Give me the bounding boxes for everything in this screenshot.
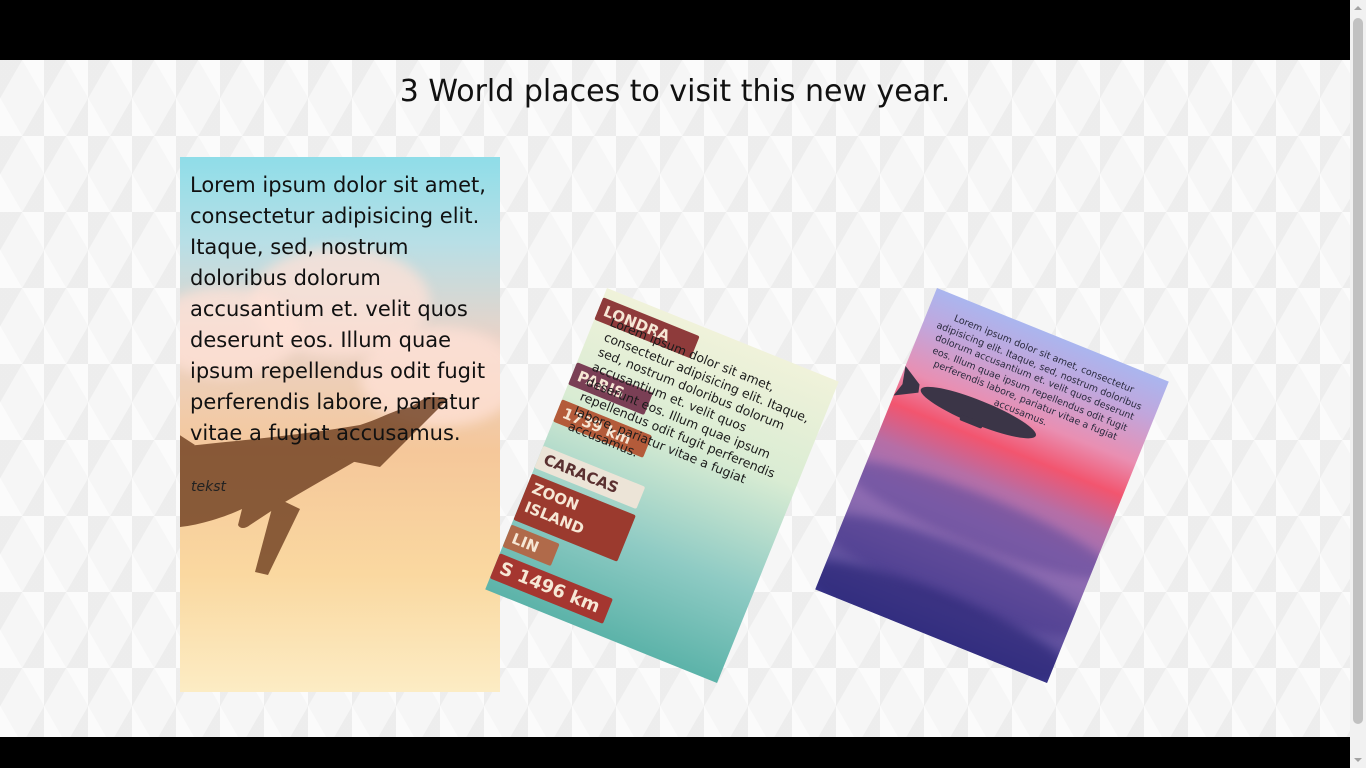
page-title: 3 World places to visit this new year. xyxy=(399,74,951,109)
card-description: Lorem ipsum dolor sit amet, consectetur … xyxy=(190,173,486,445)
card-caption: tekst xyxy=(191,479,226,495)
destination-card-2[interactable]: LONDRA PARIS 1739 km CARACAS ZOON ISLAND… xyxy=(485,288,839,683)
top-bar xyxy=(0,0,1350,60)
bottom-bar xyxy=(0,737,1350,768)
destination-card-3[interactable]: Lorem ipsum dolor sit amet, consectetur … xyxy=(815,288,1169,683)
scrollbar-thumb[interactable] xyxy=(1353,18,1363,724)
scroll-down-arrow-icon[interactable] xyxy=(1350,751,1366,768)
scroll-up-arrow-icon[interactable] xyxy=(1350,0,1366,17)
destination-card-1[interactable]: Lorem ipsum dolor sit amet, consectetur … xyxy=(180,157,500,692)
page-content: 3 World places to visit this new year. L… xyxy=(0,60,1350,737)
vertical-scrollbar[interactable] xyxy=(1350,0,1366,768)
